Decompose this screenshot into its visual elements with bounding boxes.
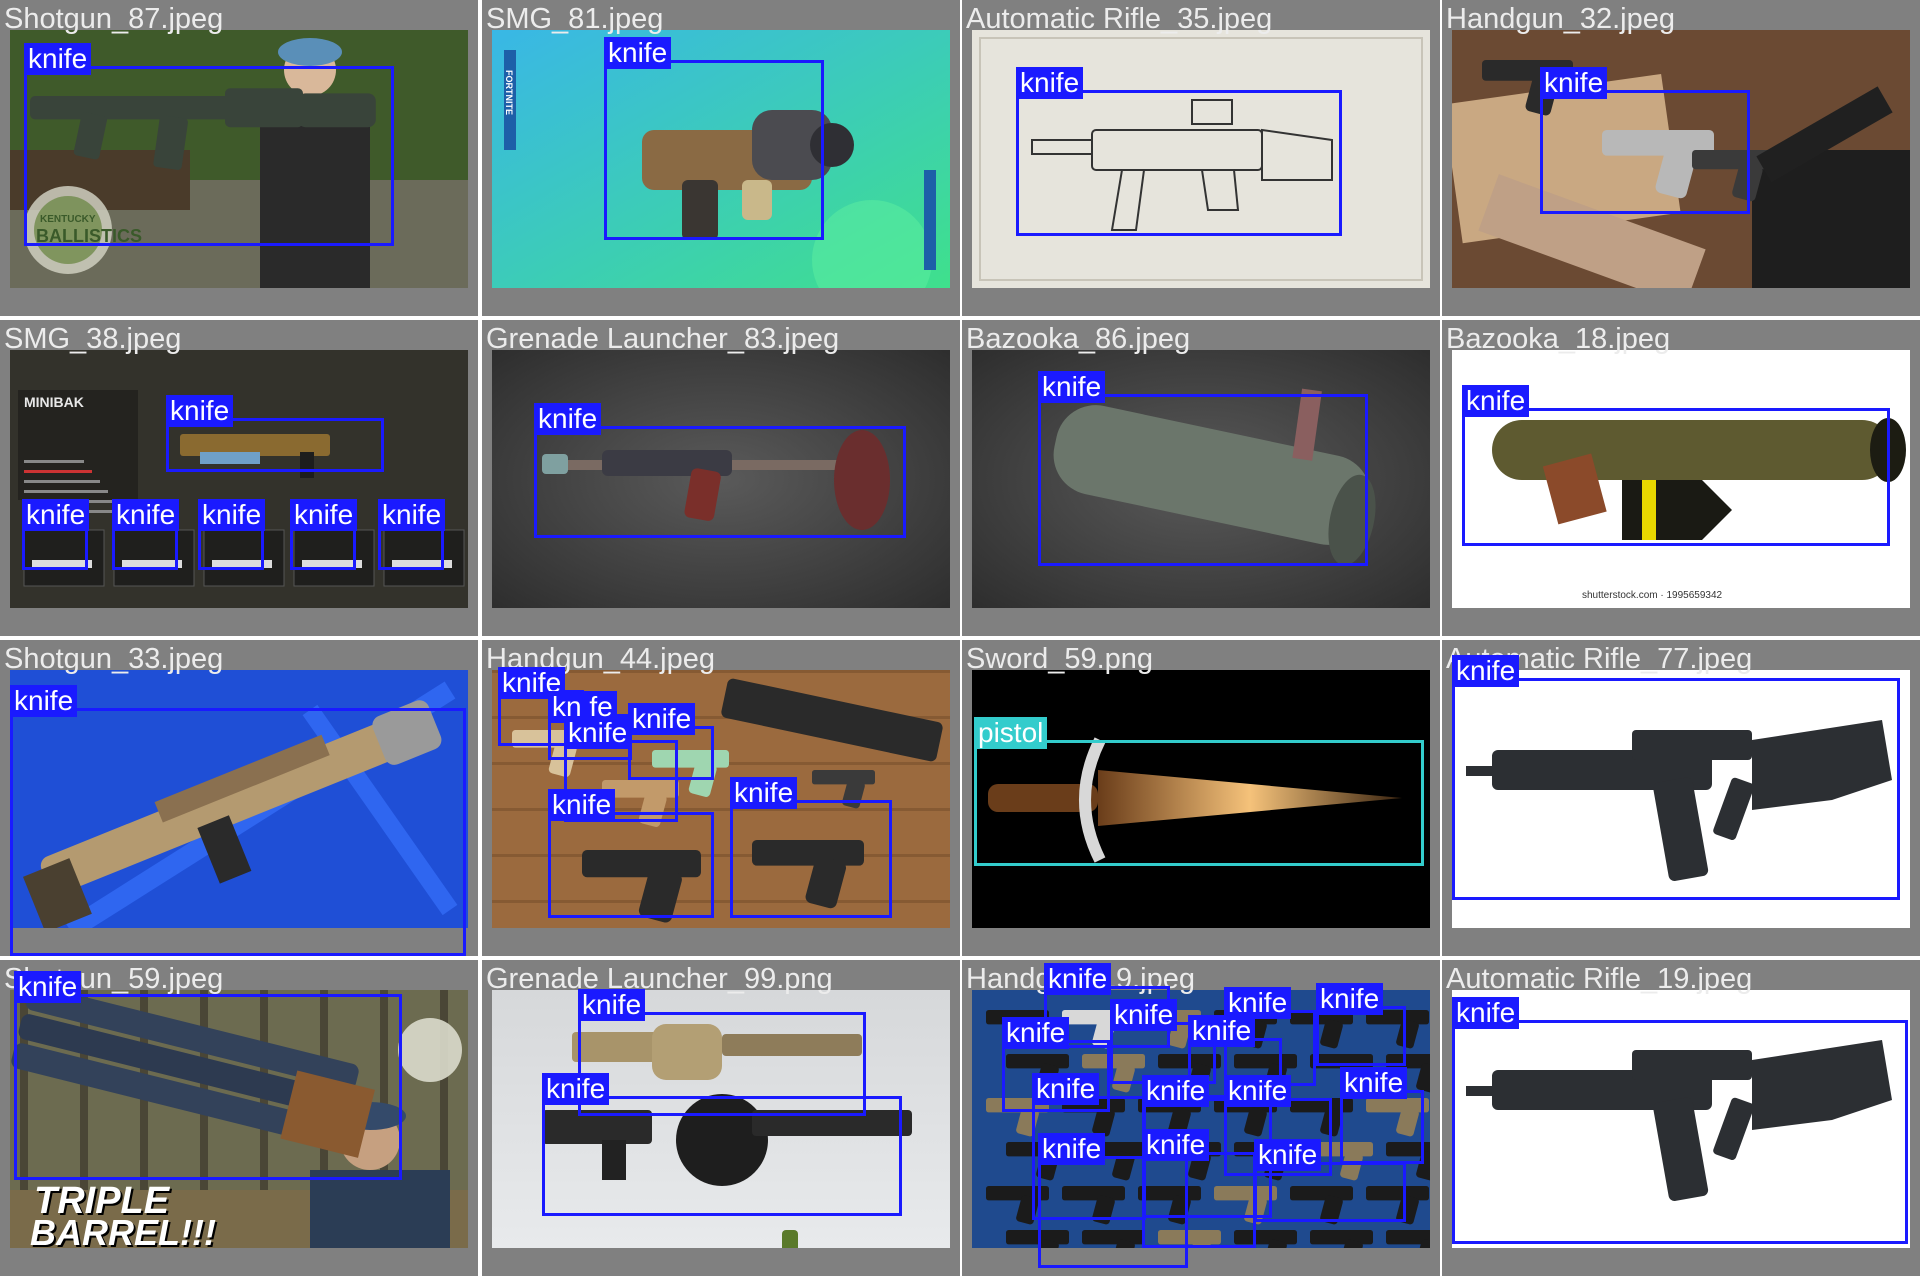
detection-label: knife bbox=[1044, 963, 1112, 995]
tile-filename: Grenade Launcher_83.jpeg bbox=[486, 323, 840, 355]
detection-box: knife bbox=[548, 789, 714, 918]
detection-label: knife bbox=[534, 403, 602, 435]
detection-label: knife bbox=[1110, 999, 1178, 1031]
image-overlay-text: FORTNITE bbox=[504, 70, 514, 115]
result-tile: Bazooka_86.jpegknife bbox=[962, 320, 1440, 636]
detection-box: knife bbox=[1254, 1139, 1406, 1222]
result-tile: Automatic Rifle_35.jpegknife bbox=[962, 0, 1440, 316]
result-tile: Grenade Launcher_83.jpegknife bbox=[482, 320, 960, 636]
detection-box: knife bbox=[1142, 1129, 1256, 1248]
detection-label: knife bbox=[1316, 983, 1384, 1015]
detection-label: knife bbox=[542, 1073, 610, 1105]
detection-label: knife bbox=[1340, 1067, 1408, 1099]
result-tile: Grenade Launcher_99.png knife knife bbox=[482, 960, 960, 1276]
detection-label: knife bbox=[1188, 1015, 1256, 1047]
result-tile: Shotgun_33.jpegknife bbox=[0, 640, 478, 956]
detection-label: knife bbox=[10, 685, 78, 717]
detection-box: knife bbox=[1452, 655, 1900, 900]
result-tile: shutterstock.com · 1995659342 Bazooka_18.… bbox=[1442, 320, 1920, 636]
detection-label: knife bbox=[14, 971, 82, 1003]
detection-label: knife bbox=[1038, 371, 1106, 403]
detection-label: knife bbox=[1224, 1075, 1292, 1107]
detection-box: pistol bbox=[974, 717, 1424, 866]
tile-filename: SMG_81.jpeg bbox=[486, 3, 664, 35]
detection-label: knife bbox=[1142, 1129, 1210, 1161]
detection-label: knife bbox=[628, 703, 696, 735]
detection-label: knife bbox=[1540, 67, 1608, 99]
detection-box: knife bbox=[1340, 1067, 1424, 1164]
tile-filename: Sword_59.png bbox=[966, 643, 1154, 675]
result-tile: KENTUCKY BALLISTICS Shotgun_87.jpeg knife bbox=[0, 0, 478, 316]
detection-results-grid: KENTUCKY BALLISTICS Shotgun_87.jpeg knife F… bbox=[0, 0, 1920, 1280]
detection-box: knife bbox=[534, 403, 906, 538]
detection-box: knife bbox=[22, 499, 90, 570]
result-tile: MINIBAK SMG_38.jpeg knife knife knife knife kn… bbox=[0, 320, 478, 636]
detection-label: pistol bbox=[974, 717, 1048, 749]
detection-label: knife bbox=[22, 499, 90, 531]
result-tile: Sword_59.pngpistol bbox=[962, 640, 1440, 956]
detection-label: knife bbox=[1452, 655, 1520, 687]
detection-box: knife bbox=[198, 499, 266, 570]
detection-box: knife bbox=[290, 499, 358, 570]
detection-box: knife bbox=[1452, 997, 1908, 1244]
detection-box: knife bbox=[1038, 371, 1368, 566]
tile-filename: Grenade Launcher_99.png bbox=[486, 963, 833, 995]
detection-box: knife bbox=[10, 685, 466, 956]
detection-label: knife bbox=[548, 789, 616, 821]
detection-label: knife bbox=[1002, 1017, 1070, 1049]
tile-filename: SMG_38.jpeg bbox=[4, 323, 182, 355]
tile-filename: Bazooka_86.jpeg bbox=[966, 323, 1191, 355]
result-tile: TRIPLE BARREL!!! Shotgun_59.jpeg knife bbox=[0, 960, 478, 1276]
detection-label: knife bbox=[198, 499, 266, 531]
detection-label: knife bbox=[1038, 1133, 1106, 1165]
result-tile: FORTNITE SMG_81.jpeg knife bbox=[482, 0, 960, 316]
result-tile: Automatic Rifle_19.jpeg knife bbox=[1442, 960, 1920, 1276]
detection-label: knife bbox=[564, 717, 632, 749]
detection-label: knife bbox=[730, 777, 798, 809]
detection-label: knife bbox=[1462, 385, 1530, 417]
detection-label: knife bbox=[1142, 1075, 1210, 1107]
result-tile: Handgun_32.jpegknife bbox=[1442, 0, 1920, 316]
tile-filename: Handgun_32.jpeg bbox=[1446, 3, 1675, 35]
detection-label: knife bbox=[1254, 1139, 1322, 1171]
result-tile: Handgun_19.jpegknifeknifeknifeknifeknife… bbox=[962, 960, 1440, 1276]
image-overlay-text: MINIBAK bbox=[24, 394, 84, 410]
tile-filename: Shotgun_87.jpeg bbox=[4, 3, 224, 35]
tile-filename: Automatic Rifle_19.jpeg bbox=[1446, 963, 1753, 995]
image-overlay-text: shutterstock.com · 1995659342 bbox=[1582, 590, 1723, 601]
detection-label: knife bbox=[378, 499, 446, 531]
detection-box: knife bbox=[166, 395, 384, 472]
tile-filename: Automatic Rifle_35.jpeg bbox=[966, 3, 1273, 35]
detection-label: knife bbox=[112, 499, 180, 531]
detection-label: knife bbox=[24, 43, 92, 75]
detection-label: knife bbox=[578, 989, 646, 1021]
detection-box: knife bbox=[1316, 983, 1406, 1066]
detection-label: knife bbox=[1032, 1073, 1100, 1105]
image-overlay-text: BARREL!!! bbox=[30, 1212, 216, 1253]
detection-box: knife bbox=[112, 499, 180, 570]
result-tile: Automatic Rifle_77.jpeg knife bbox=[1442, 640, 1920, 956]
detection-box: knife bbox=[542, 1073, 902, 1216]
detection-label: knife bbox=[1016, 67, 1084, 99]
detection-label: knife bbox=[290, 499, 358, 531]
detection-box: knife bbox=[1016, 67, 1342, 236]
detection-box: knife bbox=[378, 499, 446, 570]
detection-box: knife bbox=[604, 37, 824, 240]
tile-filename: Bazooka_18.jpeg bbox=[1446, 323, 1671, 355]
detection-label: knife bbox=[1452, 997, 1520, 1029]
detection-box: knife bbox=[1462, 385, 1890, 546]
detection-label: knife bbox=[166, 395, 234, 427]
detection-box: knife bbox=[1540, 67, 1750, 214]
detection-box: knife bbox=[24, 43, 394, 246]
result-tile: Handgun_44.jpeg knife kn fe knife knife knife… bbox=[482, 640, 960, 956]
detection-box: knife bbox=[730, 777, 892, 918]
detection-label: knife bbox=[604, 37, 672, 69]
detection-box: knife bbox=[14, 971, 402, 1180]
tile-filename: Shotgun_33.jpeg bbox=[4, 643, 224, 675]
